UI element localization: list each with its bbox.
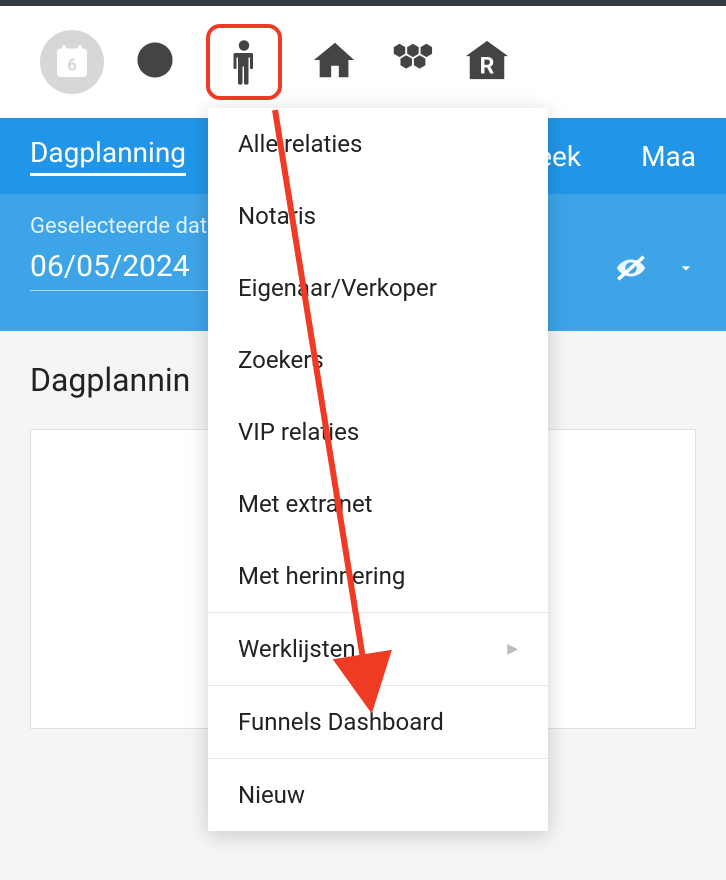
honeycomb-icon[interactable] bbox=[388, 37, 434, 87]
tab-dagplanning[interactable]: Dagplanning bbox=[30, 136, 186, 176]
calendar-icon[interactable]: 6 bbox=[40, 30, 104, 94]
menu-item-notaris[interactable]: Notaris bbox=[208, 180, 548, 252]
tab-maand[interactable]: Maa bbox=[641, 140, 696, 173]
main-toolbar: 6 R bbox=[0, 6, 726, 118]
svg-text:6: 6 bbox=[67, 56, 77, 75]
home-icon[interactable] bbox=[312, 37, 358, 87]
dropdown-caret-icon[interactable] bbox=[676, 258, 696, 282]
globe-icon[interactable] bbox=[134, 39, 176, 85]
menu-item-alle-relaties[interactable]: Alle relaties bbox=[208, 108, 548, 180]
menu-item-funnels-dashboard[interactable]: Funnels Dashboard bbox=[208, 685, 548, 758]
r-home-icon[interactable]: R bbox=[464, 37, 510, 87]
menu-item-werklijsten[interactable]: Werklijsten bbox=[208, 612, 548, 685]
visibility-off-icon[interactable] bbox=[614, 251, 648, 289]
person-icon-highlighted[interactable] bbox=[206, 24, 282, 100]
menu-item-met-extranet[interactable]: Met extranet bbox=[208, 468, 548, 540]
menu-item-zoekers[interactable]: Zoekers bbox=[208, 324, 548, 396]
menu-item-nieuw[interactable]: Nieuw bbox=[208, 758, 548, 831]
menu-item-met-herinnering[interactable]: Met herinnering bbox=[208, 540, 548, 612]
menu-item-vip-relaties[interactable]: VIP relaties bbox=[208, 396, 548, 468]
menu-item-eigenaar-verkoper[interactable]: Eigenaar/Verkoper bbox=[208, 252, 548, 324]
svg-text:R: R bbox=[480, 52, 495, 79]
person-dropdown-menu: Alle relaties Notaris Eigenaar/Verkoper … bbox=[208, 108, 548, 831]
